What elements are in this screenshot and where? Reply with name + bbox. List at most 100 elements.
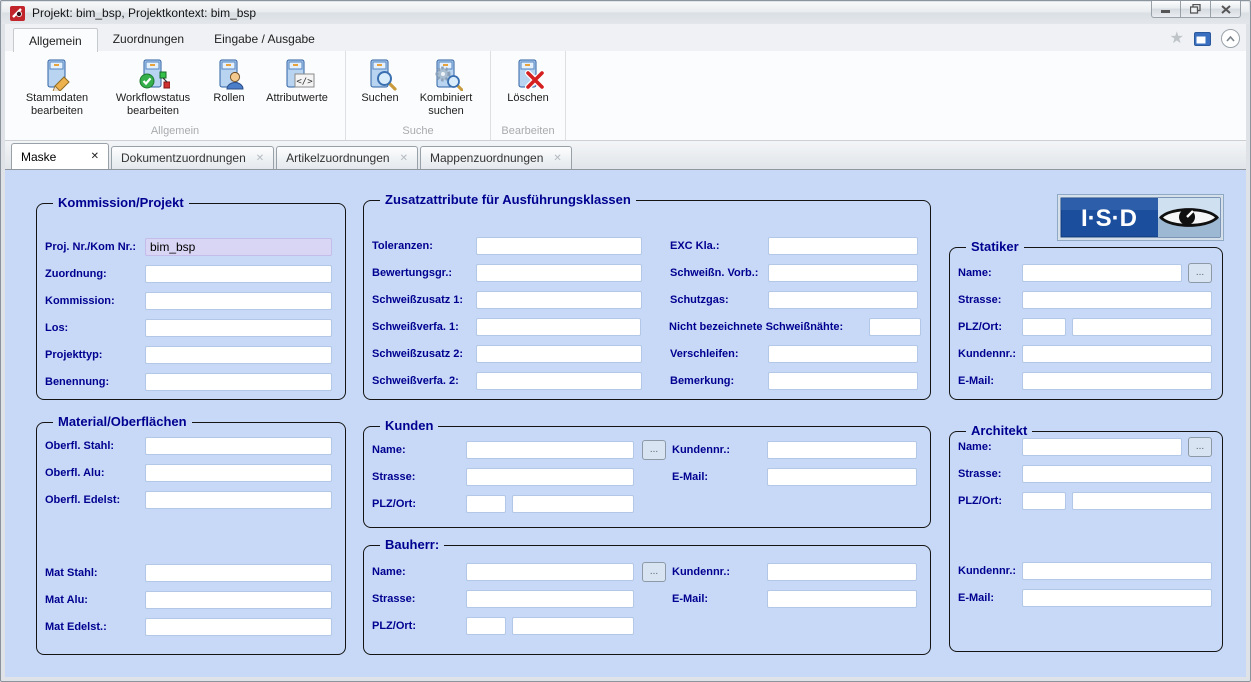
ribbon-tab-bar: Allgemein Zuordnungen Eingabe / Ausgabe … — [5, 24, 1246, 51]
tab-close-icon[interactable]: ✕ — [91, 151, 99, 162]
kunden-email-input[interactable] — [767, 468, 917, 486]
tab-maske[interactable]: Maske ✕ — [11, 143, 109, 169]
los-input[interactable] — [145, 319, 332, 337]
projekttyp-input[interactable] — [145, 346, 332, 364]
minimize-button[interactable] — [1151, 1, 1181, 18]
field-label: Strasse: — [958, 468, 1022, 480]
field-label: EXC Kla.: — [670, 240, 768, 252]
bauherr-plz-input[interactable] — [466, 617, 506, 635]
bauherr-strasse-input[interactable] — [466, 590, 634, 608]
field-label: Mat Stahl: — [45, 567, 145, 579]
stammdaten-bearbeiten-button[interactable]: Stammdaten bearbeiten — [13, 56, 101, 119]
field-label: Toleranzen: — [372, 240, 476, 252]
kunden-kundennr-input[interactable] — [767, 441, 917, 459]
bauherr-ort-input[interactable] — [512, 617, 634, 635]
schweissverfa1-input[interactable] — [476, 318, 641, 336]
architekt-ort-input[interactable] — [1072, 492, 1212, 510]
oberfl-alu-input[interactable] — [145, 464, 332, 482]
statiker-kundennr-input[interactable] — [1022, 345, 1212, 363]
workflowstatus-bearbeiten-button[interactable]: Workflowstatus bearbeiten — [105, 56, 201, 119]
exc-kla-input[interactable] — [768, 237, 918, 255]
tab-label: Dokumentzuordnungen — [121, 151, 246, 165]
architekt-plz-input[interactable] — [1022, 492, 1066, 510]
tab-artikelzuordnungen[interactable]: Artikelzuordnungen ✕ — [276, 146, 418, 169]
mat-alu-input[interactable] — [145, 591, 332, 609]
field-label: E-Mail: — [672, 593, 767, 605]
statiker-name-browse-button[interactable]: ... — [1188, 263, 1212, 283]
statiker-name-input[interactable] — [1022, 264, 1182, 282]
statiker-plz-input[interactable] — [1022, 318, 1066, 336]
field-label: Verschleifen: — [670, 348, 768, 360]
verschleifen-input[interactable] — [768, 345, 918, 363]
form-area: I·S·D Kommission/Projekt Proj. Nr./Kom N… — [5, 170, 1246, 677]
field-label: Oberfl. Stahl: — [45, 440, 145, 452]
field-label: PLZ/Ort: — [372, 620, 466, 632]
bemerkung-input[interactable] — [768, 372, 918, 390]
attributwerte-button[interactable]: </> Attributwerte — [257, 56, 337, 106]
toolbar-group-label: Bearbeiten — [491, 125, 565, 137]
benennung-input[interactable] — [145, 373, 332, 391]
ribbon-toolbar: Stammdaten bearbeiten Workflowstatus bea… — [5, 51, 1246, 141]
schweissn-vorb-input[interactable] — [768, 264, 918, 282]
logo-text: I·S·D — [1081, 205, 1137, 232]
loeschen-button[interactable]: Löschen — [499, 56, 557, 106]
bauherr-email-input[interactable] — [767, 590, 917, 608]
architekt-email-input[interactable] — [1022, 589, 1212, 607]
kombiniert-suchen-button[interactable]: Kombiniert suchen — [410, 56, 482, 119]
favorite-star-icon[interactable]: ★ — [1170, 31, 1184, 47]
kunden-ort-input[interactable] — [512, 495, 634, 513]
statiker-email-input[interactable] — [1022, 372, 1212, 390]
kunden-strasse-input[interactable] — [466, 468, 634, 486]
field-label: Benennung: — [45, 376, 145, 388]
field-label: Schweißn. Vorb.: — [670, 267, 768, 279]
bauherr-name-input[interactable] — [466, 563, 634, 581]
rollen-button[interactable]: Rollen — [205, 56, 253, 106]
database-attributes-icon: </> — [279, 57, 315, 91]
proj-nr-input[interactable] — [145, 238, 332, 256]
tab-mappenzuordnungen[interactable]: Mappenzuordnungen ✕ — [420, 146, 572, 169]
tab-close-icon[interactable]: ✕ — [553, 153, 561, 164]
section-statiker: Statiker Name: ... Strasse: PLZ/Ort: Kun… — [949, 247, 1223, 400]
schweissverfa2-input[interactable] — [476, 372, 642, 390]
field-label: Bemerkung: — [670, 375, 768, 387]
schutzgas-input[interactable] — [768, 291, 918, 309]
architekt-strasse-input[interactable] — [1022, 465, 1212, 483]
bauherr-name-browse-button[interactable]: ... — [642, 562, 666, 582]
suchen-button[interactable]: Suchen — [354, 56, 406, 106]
kunden-plz-input[interactable] — [466, 495, 506, 513]
kunden-name-browse-button[interactable]: ... — [642, 440, 666, 460]
close-button[interactable] — [1211, 1, 1241, 18]
restore-button[interactable] — [1181, 1, 1211, 18]
statiker-strasse-input[interactable] — [1022, 291, 1212, 309]
panel-icon[interactable] — [1194, 32, 1211, 46]
title-bar: Projekt: bim_bsp, Projektkontext: bim_bs… — [2, 2, 1249, 24]
mat-edelst-input[interactable] — [145, 618, 332, 636]
kommission-input[interactable] — [145, 292, 332, 310]
field-label: Kundennr.: — [672, 444, 767, 456]
collapse-ribbon-button[interactable] — [1221, 29, 1240, 48]
tab-close-icon[interactable]: ✕ — [400, 153, 408, 164]
field-label: Schutzgas: — [670, 294, 768, 306]
oberfl-stahl-input[interactable] — [145, 437, 332, 455]
statiker-ort-input[interactable] — [1072, 318, 1212, 336]
oberfl-edelst-input[interactable] — [145, 491, 332, 509]
ribbon-tab-zuordnungen[interactable]: Zuordnungen — [98, 27, 199, 51]
schweisszusatz2-input[interactable] — [476, 345, 642, 363]
architekt-name-browse-button[interactable]: ... — [1188, 437, 1212, 457]
bauherr-kundennr-input[interactable] — [767, 563, 917, 581]
bewertungsgr-input[interactable] — [476, 264, 642, 282]
zuordnung-input[interactable] — [145, 265, 332, 283]
ribbon-tab-allgemein[interactable]: Allgemein — [13, 28, 98, 52]
nicht-bezeichnete-input[interactable] — [869, 318, 921, 336]
field-label: Bewertungsgr.: — [372, 267, 476, 279]
architekt-name-input[interactable] — [1022, 438, 1182, 456]
architekt-kundennr-input[interactable] — [1022, 562, 1212, 580]
toleranzen-input[interactable] — [476, 237, 642, 255]
mat-stahl-input[interactable] — [145, 564, 332, 582]
ribbon-tab-eingabe-ausgabe[interactable]: Eingabe / Ausgabe — [199, 27, 330, 51]
tab-dokumentzuordnungen[interactable]: Dokumentzuordnungen ✕ — [111, 146, 274, 169]
kunden-name-input[interactable] — [466, 441, 634, 459]
schweisszusatz1-input[interactable] — [476, 291, 642, 309]
field-label: Schweißverfa. 1: — [372, 321, 476, 333]
tab-close-icon[interactable]: ✕ — [256, 153, 264, 164]
